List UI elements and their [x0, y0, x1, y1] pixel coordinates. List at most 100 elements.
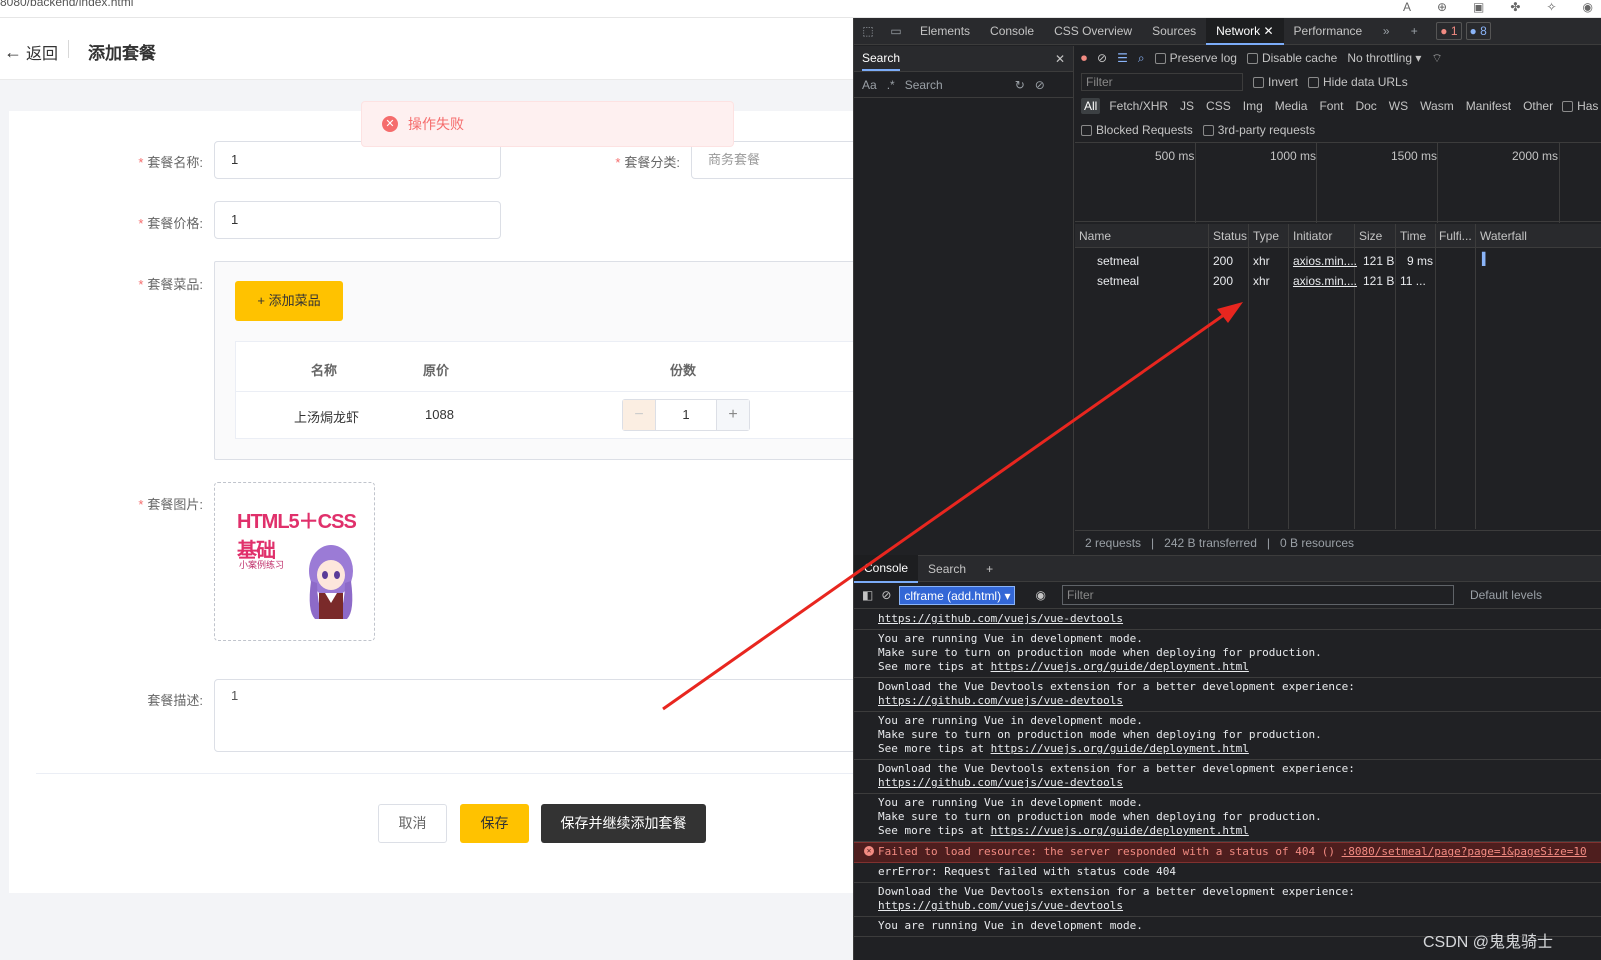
col-waterfall[interactable]: Waterfall	[1480, 229, 1527, 243]
error-icon: ✕	[864, 846, 874, 856]
invert-checkbox[interactable]: Invert	[1253, 75, 1298, 89]
col-time[interactable]: Time	[1400, 229, 1426, 243]
error-count-badge[interactable]: ● 1	[1436, 22, 1462, 40]
save-and-continue-button[interactable]: 保存并继续添加套餐	[541, 804, 706, 843]
minus-button[interactable]: −	[623, 400, 655, 430]
sidebar-toggle-icon[interactable]: ◧	[862, 588, 873, 602]
drawer-tab-search[interactable]: Search	[918, 556, 976, 582]
type-manifest[interactable]: Manifest	[1463, 98, 1514, 114]
type-all[interactable]: All	[1081, 98, 1101, 114]
quantity-stepper[interactable]: − 1 +	[622, 399, 750, 431]
network-conditions-icon[interactable]: ⌔	[1431, 51, 1442, 66]
drawer-tab-console[interactable]: Console	[854, 554, 919, 583]
type-font[interactable]: Font	[1316, 98, 1346, 114]
type-wasm[interactable]: Wasm	[1417, 98, 1457, 114]
regex-toggle[interactable]: .*	[887, 78, 895, 92]
add-tab-icon[interactable]: ⊕	[1437, 0, 1447, 14]
record-icon[interactable]: ⏺	[1081, 51, 1087, 66]
column-divider	[1395, 224, 1396, 529]
type-other[interactable]: Other	[1520, 98, 1556, 114]
image-upload[interactable]: HTML5＋CSS基础 小案例练习	[214, 482, 375, 641]
type-js[interactable]: JS	[1177, 98, 1197, 114]
font-icon[interactable]: A	[1403, 0, 1411, 14]
quantity-value[interactable]: 1	[655, 400, 717, 430]
console-line: You are running Vue in development mode.	[878, 632, 1143, 645]
device-toolbar-icon[interactable]: ▭	[882, 18, 910, 45]
timeline-tick: 2000 ms	[1512, 149, 1559, 163]
context-select[interactable]: clframe (add.html) ▾	[899, 585, 1016, 605]
type-media[interactable]: Media	[1272, 98, 1311, 114]
inspect-icon[interactable]: ⬚	[854, 18, 882, 45]
type-img[interactable]: Img	[1240, 98, 1266, 114]
add-tab-icon[interactable]: +	[1400, 18, 1428, 45]
request-name[interactable]: setmeal	[1097, 274, 1139, 288]
blocked-requests-checkbox[interactable]: Blocked Requests	[1081, 123, 1193, 137]
third-party-checkbox[interactable]: 3rd-party requests	[1202, 123, 1315, 137]
info-count-badge[interactable]: ● 8	[1465, 22, 1491, 40]
extensions-icon[interactable]: ✤	[1510, 0, 1520, 14]
throttling-select[interactable]: No throttling ▾	[1347, 51, 1421, 65]
col-fulfilled[interactable]: Fulfi...	[1439, 229, 1472, 243]
hide-data-urls-checkbox[interactable]: Hide data URLs	[1308, 75, 1408, 89]
network-filter-input[interactable]: Filter	[1081, 73, 1243, 91]
live-expression-icon[interactable]: ◉	[1035, 588, 1045, 602]
console-link[interactable]: https://vuejs.org/guide/deployment.html	[991, 742, 1249, 755]
preserve-log-checkbox[interactable]: Preserve log	[1154, 51, 1237, 65]
tab-network[interactable]: Network ✕	[1206, 18, 1284, 45]
col-type[interactable]: Type	[1253, 229, 1279, 243]
col-initiator[interactable]: Initiator	[1293, 229, 1332, 243]
clear-icon[interactable]: ⊘	[1035, 78, 1045, 92]
type-fetch-xhr[interactable]: Fetch/XHR	[1106, 98, 1171, 114]
tab-css-overview[interactable]: CSS Overview	[1044, 18, 1142, 45]
console-link[interactable]: https://github.com/vuejs/vue-devtools	[878, 612, 1123, 625]
address-bar[interactable]: 8080/backend/index.html	[0, 0, 133, 9]
close-icon[interactable]: ✕	[1055, 52, 1065, 66]
match-case-toggle[interactable]: Aa	[862, 78, 877, 92]
request-initiator[interactable]: axios.min....	[1293, 274, 1357, 288]
dish-name: 上汤焗龙虾	[294, 410, 360, 425]
has-blocked-cookies-checkbox[interactable]: Has	[1562, 99, 1598, 113]
request-name[interactable]: setmeal	[1097, 254, 1139, 268]
col-status[interactable]: Status	[1213, 229, 1247, 243]
price-input[interactable]: 1	[214, 201, 501, 239]
type-doc[interactable]: Doc	[1352, 98, 1379, 114]
favorites-icon[interactable]: ✧	[1546, 0, 1556, 14]
disable-cache-checkbox[interactable]: Disable cache	[1246, 51, 1337, 65]
description-textarea[interactable]: 1	[214, 679, 853, 752]
console-link[interactable]: https://github.com/vuejs/vue-devtools	[878, 899, 1123, 912]
error-source-link[interactable]: :8080/setmeal/page?page=1&pageSize=10	[1342, 845, 1587, 858]
console-filter-input[interactable]: Filter	[1061, 585, 1454, 605]
tab-elements[interactable]: Elements	[910, 18, 980, 45]
profile-icon[interactable]: ◉	[1583, 0, 1593, 14]
filter-icon[interactable]: ☰	[1117, 51, 1128, 65]
type-css[interactable]: CSS	[1203, 98, 1234, 114]
search-icon[interactable]: ⌕	[1138, 51, 1145, 66]
cancel-button[interactable]: 取消	[378, 804, 447, 843]
console-link[interactable]: https://vuejs.org/guide/deployment.html	[991, 660, 1249, 673]
tab-sources[interactable]: Sources	[1142, 18, 1206, 45]
collections-icon[interactable]: ▣	[1473, 0, 1484, 14]
tab-console[interactable]: Console	[980, 18, 1044, 45]
clear-console-icon[interactable]: ⊘	[881, 588, 891, 602]
plus-button[interactable]: +	[717, 400, 749, 430]
network-overview-timeline: 500 ms 1000 ms 1500 ms 2000 ms	[1075, 142, 1601, 223]
add-dish-button[interactable]: + 添加菜品	[235, 281, 343, 321]
search-input[interactable]: Search	[905, 78, 1005, 92]
refresh-icon[interactable]: ↻	[1015, 78, 1025, 92]
type-ws[interactable]: WS	[1386, 98, 1411, 114]
clear-icon[interactable]: ⊘	[1097, 51, 1107, 65]
tab-performance[interactable]: Performance	[1284, 18, 1373, 45]
request-initiator[interactable]: axios.min....	[1293, 254, 1357, 268]
console-link[interactable]: https://github.com/vuejs/vue-devtools	[878, 694, 1123, 707]
add-drawer-tab-icon[interactable]: +	[976, 556, 1003, 582]
col-name[interactable]: Name	[1079, 229, 1111, 243]
summary-resources: 0 B resources	[1280, 535, 1355, 550]
console-link[interactable]: https://github.com/vuejs/vue-devtools	[878, 776, 1123, 789]
col-size[interactable]: Size	[1359, 229, 1382, 243]
save-button[interactable]: 保存	[460, 804, 529, 843]
more-tabs-icon[interactable]: »	[1372, 18, 1400, 45]
log-levels-select[interactable]: Default levels	[1470, 588, 1542, 602]
console-link[interactable]: https://vuejs.org/guide/deployment.html	[991, 824, 1249, 837]
summary-transferred: 242 B transferred	[1164, 535, 1257, 550]
back-button[interactable]: ← 返回	[4, 40, 58, 64]
